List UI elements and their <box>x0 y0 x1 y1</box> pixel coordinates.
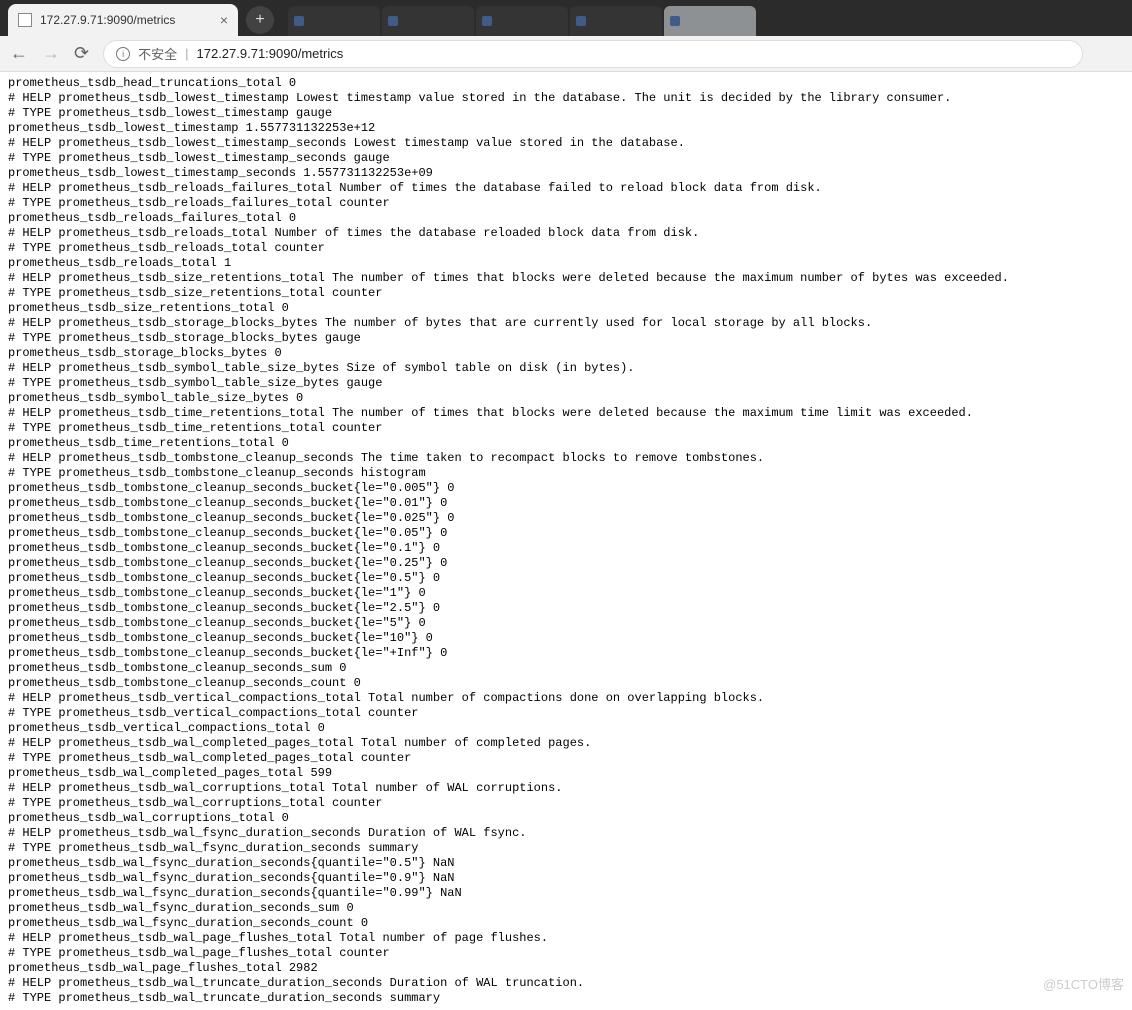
site-info-icon[interactable]: i <box>116 47 130 61</box>
forward-button[interactable]: → <box>42 43 60 64</box>
browser-window: 172.27.9.71:9090/metrics × + ← → ⟳ i 不安全… <box>0 0 1132 1010</box>
metrics-output: prometheus_tsdb_head_truncations_total 0… <box>0 72 1132 1010</box>
background-window-tabs <box>288 6 756 36</box>
back-button[interactable]: ← <box>10 43 28 64</box>
background-tab[interactable] <box>382 6 474 36</box>
favicon-icon <box>388 16 398 26</box>
tab-title: 172.27.9.71:9090/metrics <box>40 13 212 27</box>
favicon-icon <box>576 16 586 26</box>
new-tab-button[interactable]: + <box>246 6 274 34</box>
background-tab[interactable] <box>664 6 756 36</box>
background-tab[interactable] <box>288 6 380 36</box>
tab-strip: 172.27.9.71:9090/metrics × + <box>0 0 1132 36</box>
page-favicon-icon <box>18 13 32 27</box>
reload-button[interactable]: ⟳ <box>74 43 89 64</box>
active-tab[interactable]: 172.27.9.71:9090/metrics × <box>8 4 238 36</box>
background-tab[interactable] <box>570 6 662 36</box>
browser-toolbar: ← → ⟳ i 不安全 | 172.27.9.71:9090/metrics <box>0 36 1132 72</box>
favicon-icon <box>294 16 304 26</box>
url-text: 172.27.9.71:9090/metrics <box>197 46 344 61</box>
close-tab-icon[interactable]: × <box>220 12 228 28</box>
separator: | <box>185 46 188 61</box>
security-warning: 不安全 <box>138 44 177 63</box>
address-bar[interactable]: i 不安全 | 172.27.9.71:9090/metrics <box>103 40 1083 68</box>
background-tab[interactable] <box>476 6 568 36</box>
favicon-icon <box>482 16 492 26</box>
watermark: @51CTO博客 <box>1043 974 1124 993</box>
favicon-icon <box>670 16 680 26</box>
